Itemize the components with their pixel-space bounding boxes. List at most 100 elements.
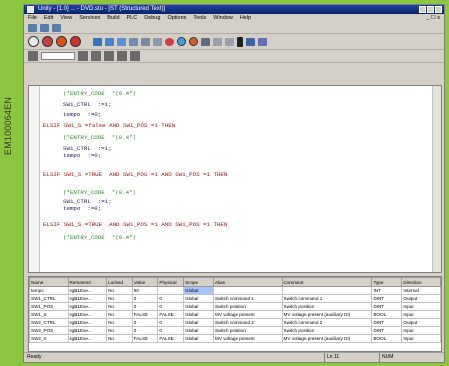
table-cell[interactable]: 0	[157, 318, 185, 327]
code-line[interactable]: SW1_CTRL :=1;	[63, 101, 112, 108]
table-cell[interactable]: SW1_CTRL	[29, 294, 69, 303]
table-cell[interactable]: sgB1Exe...	[67, 310, 108, 319]
code-editor[interactable]: (*ENTRY_CODE *(0.4*) SW1_CTRL :=1; tempo :…	[28, 85, 442, 273]
table-cell[interactable]: 0	[157, 326, 185, 335]
table-cell[interactable]: Switch command 2	[213, 318, 283, 327]
table-cell[interactable]: SW2_S	[29, 334, 69, 343]
table-cell[interactable]: No	[106, 294, 133, 303]
table-cell[interactable]: Switch position	[281, 326, 373, 335]
menu-item[interactable]: Edit	[44, 14, 53, 22]
table-row[interactable]: SW1_CTRL sgB1Exe... No 0 0 Global Switch comma…	[29, 294, 441, 303]
vertical-scrollbar[interactable]	[432, 86, 441, 272]
table-cell[interactable]: 60	[131, 286, 159, 295]
table-cell[interactable]: Input	[401, 310, 441, 319]
menu-item[interactable]: Options	[167, 14, 186, 22]
save-icon[interactable]	[52, 23, 61, 32]
online-icon[interactable]	[177, 37, 186, 46]
run-icon[interactable]	[70, 36, 81, 47]
table-cell[interactable]: Global	[183, 318, 215, 327]
new-file-icon[interactable]	[28, 23, 37, 32]
code-line[interactable]: SW1_CTRL :=1;	[63, 198, 112, 205]
table-cell[interactable]: tempo	[29, 286, 69, 295]
variable-icon[interactable]	[258, 37, 267, 46]
code-line[interactable]: ELSIF SW1_S =TRUE AND SW1_POS =1 AND SW1…	[43, 221, 227, 228]
menu-item[interactable]: Window	[213, 14, 233, 22]
open-file-icon[interactable]	[40, 23, 49, 32]
column-header[interactable]: Alias	[213, 277, 283, 287]
table-row[interactable]: tempo sgB1Exe... No 60 Global INT Internal	[29, 286, 441, 295]
step-out-icon[interactable]	[117, 37, 126, 46]
table-cell[interactable]: DINT	[371, 302, 403, 311]
table-cell[interactable]: Global	[183, 326, 215, 335]
code-line[interactable]: ELSIF SW1_S =TRUE AND SW1_POS =1 AND SW1…	[43, 171, 227, 178]
table-cell[interactable]: MV voltage present	[213, 334, 283, 343]
menu-item[interactable]: Services	[79, 14, 100, 22]
table-cell[interactable]: sgB1Exe...	[67, 286, 108, 295]
table-cell[interactable]: 0	[131, 318, 159, 327]
table-row[interactable]: SW2_CTRL sgB1Exe... No 0 0 Global Switch comma…	[29, 318, 441, 327]
code-line[interactable]: (*ENTRY_CODE *(0.4*)	[63, 90, 136, 97]
insert-icon[interactable]	[78, 51, 88, 61]
table-cell[interactable]: Output	[401, 318, 441, 327]
menu-item[interactable]: Tools	[193, 14, 206, 22]
table-cell[interactable]: No	[106, 302, 133, 311]
table-cell[interactable]: sgB1Exe...	[67, 302, 108, 311]
table-cell[interactable]: 0	[131, 326, 159, 335]
table-cell[interactable]: Input	[401, 302, 441, 311]
minimize-icon[interactable]	[419, 6, 426, 13]
table-cell[interactable]: No	[106, 310, 133, 319]
table-cell[interactable]: SW2_CTRL	[29, 318, 69, 327]
column-header[interactable]: Scope	[183, 277, 215, 287]
traffic-light-icon[interactable]	[237, 36, 243, 47]
table-cell[interactable]: Global	[183, 310, 215, 319]
table-cell[interactable]: No	[106, 318, 133, 327]
code-line[interactable]: tempo :=0;	[63, 152, 101, 159]
table-cell[interactable]: BOOL	[371, 334, 403, 343]
trace-icon[interactable]	[153, 37, 162, 46]
table-cell[interactable]: No	[106, 286, 133, 295]
table-cell[interactable]: INT	[371, 286, 403, 295]
table-cell[interactable]: MV voltage present (auxiliary DI)	[281, 334, 373, 343]
table-cell[interactable]: Global	[183, 334, 215, 343]
column-header[interactable]: Locked	[106, 277, 133, 287]
code-line[interactable]: (*ENTRY_CODE *(0.4*)	[63, 234, 136, 241]
table-cell[interactable]: 0	[131, 302, 159, 311]
mdi-controls[interactable]: _ ☐ x	[426, 14, 440, 22]
table-cell[interactable]: sgB1Exe...	[67, 318, 108, 327]
column-header[interactable]: Remanent	[67, 277, 108, 287]
table-cell[interactable]: SW1_POS	[29, 302, 69, 311]
stop-icon[interactable]	[42, 36, 53, 47]
connect-icon[interactable]	[28, 36, 39, 47]
table-cell[interactable]: FALSE	[131, 334, 159, 343]
table-row[interactable]: SW1_POS sgB1Exe... No 0 0 Global Switch positi…	[29, 302, 441, 311]
column-header[interactable]: Comment	[281, 277, 373, 287]
table-cell[interactable]: Internal	[401, 286, 441, 295]
menu-item[interactable]: Build	[107, 14, 119, 22]
menu-item[interactable]: View	[60, 14, 72, 22]
table-cell[interactable]: Input	[401, 326, 441, 335]
table-cell[interactable]	[157, 286, 185, 295]
table-cell[interactable]: sgB1Exe...	[67, 326, 108, 335]
table-cell[interactable]: No	[106, 334, 133, 343]
table-row[interactable]: SW2_S sgB1Exe... No FALSE FALSE Global MV volt…	[29, 334, 441, 343]
record-icon[interactable]	[165, 37, 174, 46]
delete-icon[interactable]	[91, 51, 101, 61]
watch-icon[interactable]	[246, 37, 255, 46]
breakpoint-icon[interactable]	[129, 37, 138, 46]
go-icon[interactable]	[141, 37, 150, 46]
cut-icon[interactable]	[104, 51, 114, 61]
table-cell[interactable]: Input	[401, 334, 441, 343]
menu-item[interactable]: Help	[240, 14, 251, 22]
table-cell[interactable]: Global	[183, 286, 215, 295]
table-cell[interactable]: 0	[157, 294, 185, 303]
menu-item[interactable]: File	[28, 14, 37, 22]
close-icon[interactable]	[435, 6, 442, 13]
code-line[interactable]: (*ENTRY_CODE *(0.4*)	[63, 189, 136, 196]
maximize-icon[interactable]	[427, 6, 434, 13]
code-line[interactable]: SW1_CTRL :=1;	[63, 145, 112, 152]
animation-icon[interactable]	[189, 37, 198, 46]
table-cell[interactable]: DINT	[371, 318, 403, 327]
column-header[interactable]: Physical	[157, 277, 185, 287]
table-cell[interactable]: SW2_POS	[29, 326, 69, 335]
palette-icon[interactable]	[28, 51, 38, 61]
